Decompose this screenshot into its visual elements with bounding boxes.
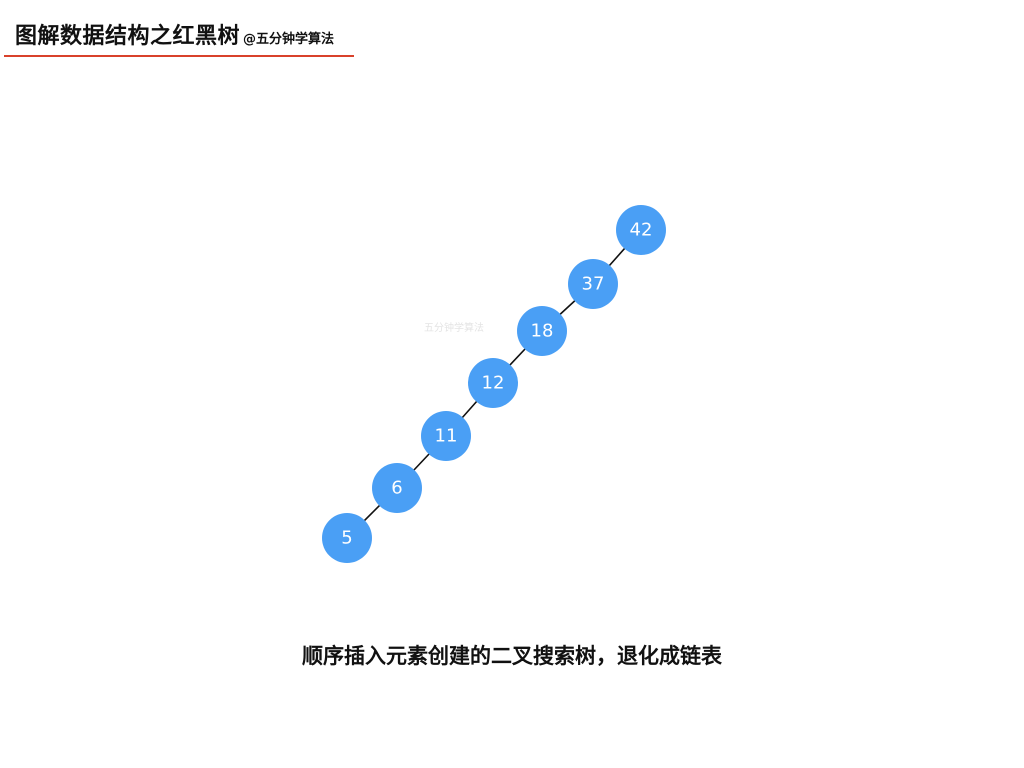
diagram-caption: 顺序插入元素创建的二叉搜索树，退化成链表 [302,644,722,668]
tree-node-label: 12 [482,373,505,394]
tree-node-label: 18 [531,321,554,342]
tree-node-label: 37 [582,274,605,295]
tree-node-11: 11 [421,411,471,461]
tree-node-label: 5 [341,528,352,549]
tree-node-12: 12 [468,358,518,408]
tree-node-18: 18 [517,306,567,356]
tree-node-42: 42 [616,205,666,255]
tree-node-label: 6 [391,478,402,499]
tree-node-5: 5 [322,513,372,563]
tree-node-37: 37 [568,259,618,309]
tree-node-label: 42 [630,220,653,241]
tree-node-6: 6 [372,463,422,513]
tree-nodes: 42 37 18 12 11 6 5 [322,205,666,563]
tree-node-label: 11 [435,426,458,447]
